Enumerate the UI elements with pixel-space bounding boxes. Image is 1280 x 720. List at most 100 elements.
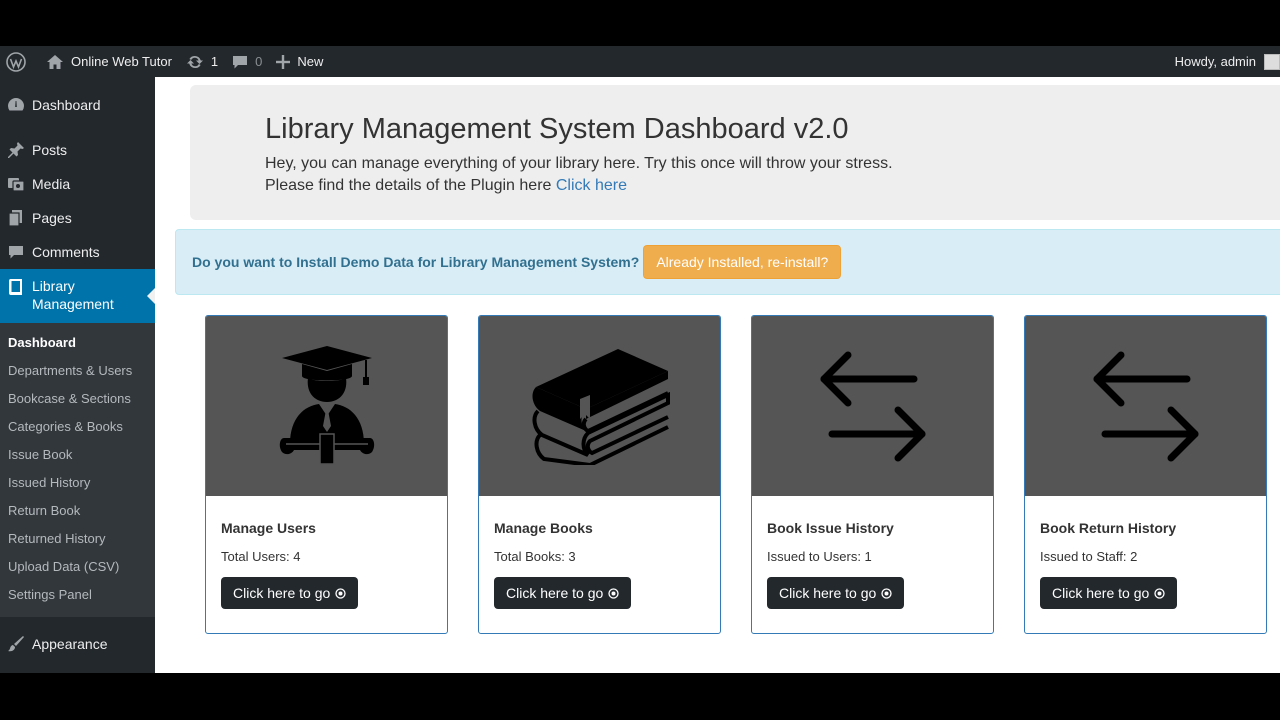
jumbotron-line2-prefix: Please find the details of the Plugin he…: [265, 177, 556, 194]
submenu-categories-books[interactable]: Categories & Books: [0, 413, 155, 441]
card-title: Book Return History: [1040, 520, 1177, 536]
sidebar-item-label: Posts: [32, 142, 68, 158]
card-stat: Issued to Users: 1: [767, 549, 872, 564]
jumbotron-line1: Hey, you can manage everything of your l…: [265, 155, 893, 172]
sidebar-item-label: Pages: [32, 210, 72, 226]
jumbotron-text: Hey, you can manage everything of your l…: [265, 153, 1280, 197]
manage-users-button[interactable]: Click here to go: [221, 577, 359, 609]
plugin-details-link[interactable]: Click here: [556, 177, 627, 194]
howdy-text: Howdy, admin: [1174, 54, 1256, 69]
card-manage-books: Manage Books Total Books: 3 Click here t…: [478, 315, 721, 634]
submenu-dashboard[interactable]: Dashboard: [0, 329, 155, 357]
comments-count: 0: [255, 54, 263, 69]
card-body: Book Return History Issued to Staff: 2 C…: [1025, 496, 1266, 609]
card-body: Manage Users Total Users: 4 Click here t…: [206, 496, 447, 609]
card-title: Manage Books: [494, 520, 593, 536]
submenu-return-book[interactable]: Return Book: [0, 497, 155, 525]
avatar: [1264, 53, 1280, 70]
home-icon: [47, 54, 63, 69]
sidebar-item-label: Dashboard: [32, 97, 101, 113]
sidebar-item-posts[interactable]: Posts: [0, 133, 155, 167]
book-icon: [6, 277, 26, 297]
sidebar-item-label: Appearance: [32, 636, 108, 652]
button-label: Click here to go: [1052, 585, 1150, 601]
card-image: [206, 316, 447, 496]
graduate-icon: [279, 345, 374, 465]
card-stat: Total Users: 4: [221, 549, 301, 564]
demo-data-alert: Do you want to Install Demo Data for Lib…: [175, 229, 1280, 295]
circle-dot-icon: [608, 587, 619, 599]
sidebar-item-label: Media: [32, 176, 71, 192]
demo-data-question: Do you want to Install Demo Data for Lib…: [192, 254, 640, 270]
media-icon: [6, 174, 26, 194]
sidebar-label-line1: Library: [32, 278, 75, 294]
submenu-issued-history[interactable]: Issued History: [0, 469, 155, 497]
submenu-issue-book[interactable]: Issue Book: [0, 441, 155, 469]
wp-admin-screen: Online Web Tutor 1 0 New Howdy, admin Da…: [0, 46, 1280, 673]
updates-link[interactable]: 1: [179, 46, 225, 77]
admin-bar: Online Web Tutor 1 0 New Howdy, admin: [0, 46, 1280, 77]
updates-icon: [186, 55, 203, 68]
new-label: New: [297, 54, 324, 69]
site-name: Online Web Tutor: [71, 54, 172, 69]
reinstall-demo-button[interactable]: Already Installed, re-install?: [643, 245, 842, 279]
sidebar-item-label: Library Management: [32, 277, 114, 313]
card-stat: Issued to Staff: 2: [1040, 549, 1138, 564]
card-stat: Total Books: 3: [494, 549, 576, 564]
my-account-link[interactable]: Howdy, admin: [1168, 46, 1280, 77]
sidebar-item-library-management[interactable]: Library Management: [0, 269, 155, 323]
menu-separator: [0, 617, 155, 627]
exchange-icon: [1093, 351, 1198, 461]
submenu-bookcase-sections[interactable]: Bookcase & Sections: [0, 385, 155, 413]
book-return-history-button[interactable]: Click here to go: [1040, 577, 1178, 609]
sidebar-item-appearance[interactable]: Appearance: [0, 627, 155, 661]
updates-count: 1: [210, 54, 219, 69]
plus-icon: [276, 54, 291, 69]
pages-icon: [6, 208, 26, 228]
button-label: Click here to go: [506, 585, 604, 601]
page-title: Library Management System Dashboard v2.0: [265, 113, 849, 145]
card-book-return-history: Book Return History Issued to Staff: 2 C…: [1024, 315, 1267, 634]
dashboard-icon: [6, 95, 26, 115]
submenu-returned-history[interactable]: Returned History: [0, 525, 155, 553]
paintbrush-icon: [6, 634, 26, 654]
card-manage-users: Manage Users Total Users: 4 Click here t…: [205, 315, 448, 634]
dashboard-jumbotron: Library Management System Dashboard v2.0…: [190, 85, 1280, 220]
card-title: Manage Users: [221, 520, 316, 536]
card-title: Book Issue History: [767, 520, 894, 536]
card-book-issue-history: Book Issue History Issued to Users: 1 Cl…: [751, 315, 994, 634]
exchange-icon: [820, 351, 925, 461]
site-name-link[interactable]: Online Web Tutor: [39, 46, 179, 77]
sidebar-item-dashboard[interactable]: Dashboard: [0, 89, 155, 121]
manage-books-button[interactable]: Click here to go: [494, 577, 632, 609]
library-submenu: Dashboard Departments & Users Bookcase &…: [0, 323, 155, 617]
new-content-link[interactable]: New: [269, 46, 330, 77]
comment-icon: [6, 242, 26, 262]
button-label: Click here to go: [779, 585, 877, 601]
card-body: Book Issue History Issued to Users: 1 Cl…: [752, 496, 993, 609]
sidebar-item-label: Comments: [32, 244, 100, 260]
sidebar-label-line2: Management: [32, 296, 114, 312]
card-image: [752, 316, 993, 496]
pin-icon: [6, 140, 26, 160]
circle-dot-icon: [881, 587, 892, 599]
sidebar-item-pages[interactable]: Pages: [0, 201, 155, 235]
submenu-departments-users[interactable]: Departments & Users: [0, 357, 155, 385]
comments-link[interactable]: 0: [225, 46, 269, 77]
menu-separator: [0, 121, 155, 133]
wp-logo-button[interactable]: [0, 46, 39, 77]
comment-icon: [233, 55, 248, 68]
submenu-settings-panel[interactable]: Settings Panel: [0, 581, 155, 609]
card-image: [1025, 316, 1266, 496]
admin-sidebar: Dashboard Posts Media Pages Comments Lib…: [0, 77, 155, 673]
submenu-upload-data[interactable]: Upload Data (CSV): [0, 553, 155, 581]
sidebar-item-comments[interactable]: Comments: [0, 235, 155, 269]
sidebar-item-media[interactable]: Media: [0, 167, 155, 201]
card-image: [479, 316, 720, 496]
main-content: Library Management System Dashboard v2.0…: [155, 77, 1280, 673]
book-issue-history-button[interactable]: Click here to go: [767, 577, 905, 609]
wordpress-icon: [6, 51, 26, 72]
card-body: Manage Books Total Books: 3 Click here t…: [479, 496, 720, 609]
books-icon: [532, 349, 670, 465]
